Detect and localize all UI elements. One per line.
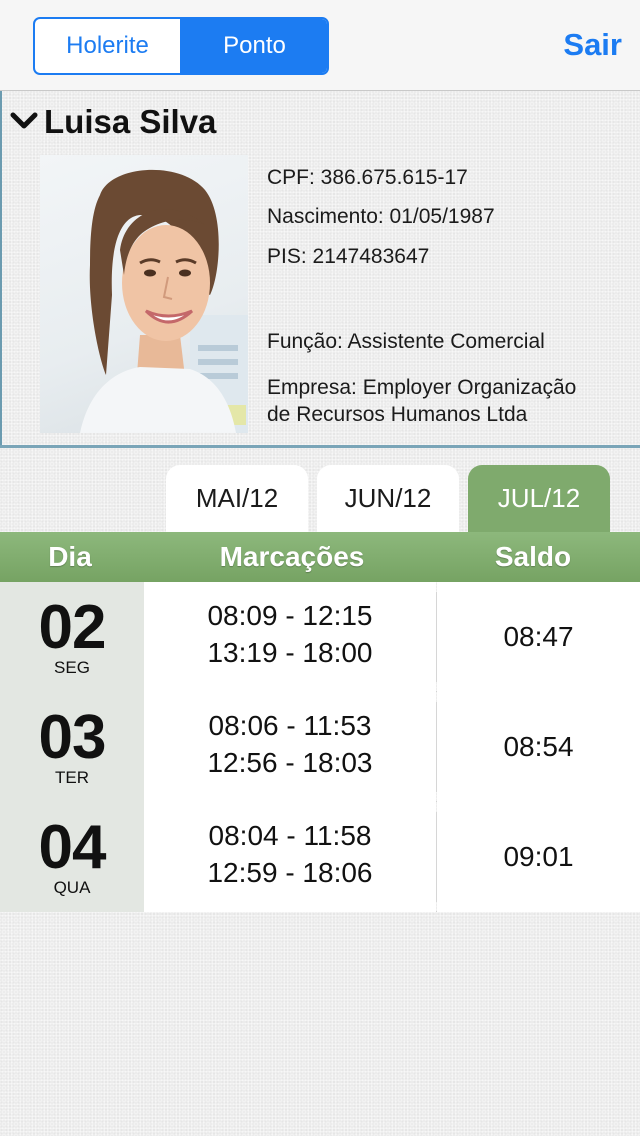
weekday-label: SEG (54, 658, 90, 677)
balance-value: 08:54 (437, 692, 640, 802)
column-header-balance: Saldo (494, 541, 572, 572)
tab-jul-12[interactable]: JUL/12 (468, 465, 610, 532)
mark-morning: 08:06 - 11:53 (208, 710, 372, 741)
weekday-label: QUA (53, 878, 91, 897)
segment-holerite-button[interactable]: Holerite (35, 19, 180, 73)
day-cell: 03 TER (0, 692, 144, 802)
marks-cell: 08:09 - 12:15 13:19 - 18:00 (144, 582, 436, 692)
month-tabs: MAI/12 JUN/12 JUL/12 (0, 465, 640, 532)
top-bar: Holerite Ponto Sair (0, 0, 640, 91)
column-header-marks: Marcações (219, 541, 365, 572)
mark-afternoon: 13:19 - 18:00 (207, 637, 373, 668)
timesheet-row[interactable]: 04 QUA 08:04 - 11:58 12:59 - 18:06 09:01 (0, 802, 640, 912)
employee-name[interactable]: Luisa Silva (44, 103, 216, 141)
mark-afternoon: 12:56 - 18:03 (207, 747, 373, 778)
marks-cell: 08:06 - 11:53 12:56 - 18:03 (144, 692, 436, 802)
segment-ponto-button[interactable]: Ponto (180, 19, 327, 73)
balance-value: 09:01 (437, 802, 640, 912)
day-cell: 02 SEG (0, 582, 144, 692)
day-number: 02 (38, 593, 107, 662)
chevron-down-icon[interactable] (10, 109, 38, 133)
employee-role: Função: Assistente Comercial (267, 330, 545, 353)
tab-jun-12[interactable]: JUN/12 (317, 465, 459, 532)
employee-cpf: CPF: 386.675.615-17 (267, 166, 468, 189)
day-number: 04 (38, 813, 107, 882)
employee-birth-date: Nascimento: 01/05/1987 (267, 205, 495, 228)
marks-cell: 08:04 - 11:58 12:59 - 18:06 (144, 802, 436, 912)
employee-photo (40, 155, 248, 433)
section-segmented-control: Holerite Ponto (33, 17, 329, 75)
day-cell: 04 QUA (0, 802, 144, 912)
timesheet-header: Dia Marcações Saldo (0, 532, 640, 582)
timesheet-row[interactable]: 02 SEG 08:09 - 12:15 13:19 - 18:00 08:47 (0, 582, 640, 692)
employee-company-line-2: de Recursos Humanos Ltda (267, 403, 528, 426)
employee-pis: PIS: 2147483647 (267, 245, 430, 268)
balance-value: 08:47 (437, 582, 640, 692)
column-header-day: Dia (48, 541, 92, 572)
logout-button[interactable]: Sair (563, 27, 622, 63)
employee-profile: Luisa Silva CPF: 386.675.615-17 Nascimen… (0, 91, 640, 447)
employee-company-line-1: Empresa: Employer Organização (267, 376, 577, 399)
timesheet-row[interactable]: 03 TER 08:06 - 11:53 12:56 - 18:03 08:54 (0, 692, 640, 802)
mark-morning: 08:04 - 11:58 (208, 820, 372, 851)
profile-divider (0, 445, 640, 448)
weekday-label: TER (55, 768, 89, 787)
mark-morning: 08:09 - 12:15 (207, 600, 373, 631)
mark-afternoon: 12:59 - 18:06 (207, 857, 373, 888)
day-number: 03 (38, 703, 107, 772)
tab-mai-12[interactable]: MAI/12 (166, 465, 308, 532)
